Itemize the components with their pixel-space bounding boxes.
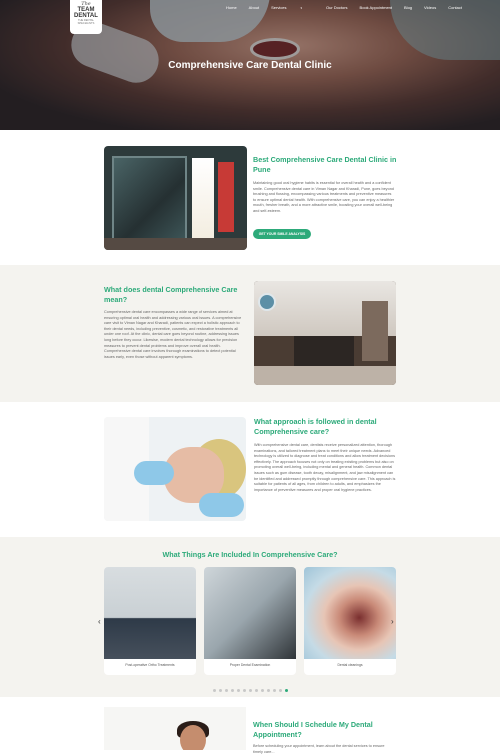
clinic-entrance-image bbox=[104, 146, 247, 250]
section1-body: Maintaining good oral hygiene habits is … bbox=[253, 181, 395, 213]
nav-item-services[interactable]: Services ▾ bbox=[271, 5, 314, 10]
card-caption: Dental cleanings bbox=[337, 663, 363, 667]
reception-image bbox=[254, 281, 396, 385]
card-image bbox=[104, 567, 196, 659]
doctor-image bbox=[104, 707, 246, 750]
card-image bbox=[304, 567, 396, 659]
carousel-card[interactable]: Post-operative Ortho Treatments bbox=[104, 567, 196, 675]
site-logo[interactable]: The TEAM DENTAL THE DENTAL SPECIALISTS bbox=[70, 0, 102, 34]
section3-body: With comprehensive dental care, dentists… bbox=[254, 443, 396, 492]
reception-desk bbox=[294, 336, 354, 366]
page-title: Comprehensive Care Dental Clinic bbox=[168, 60, 332, 71]
nav-item-book-appointment[interactable]: Book Appointment bbox=[360, 5, 392, 10]
glove-left bbox=[134, 461, 174, 485]
wall-clock bbox=[258, 293, 276, 311]
clinic-banner bbox=[218, 162, 234, 232]
section1-heading: Best Comprehensive Care Dental Clinic in… bbox=[253, 155, 397, 174]
nav-item-videos[interactable]: Videos bbox=[424, 5, 436, 10]
section4-heading: What Things Are Included In Comprehensiv… bbox=[162, 550, 338, 559]
carousel-dot[interactable] bbox=[248, 689, 252, 692]
nav-item-contact[interactable]: Contact bbox=[448, 5, 462, 10]
section2-heading: What does dental Comprehensive Care mean… bbox=[104, 285, 238, 304]
section-included: What Things Are Included In Comprehensiv… bbox=[0, 537, 500, 697]
carousel-card[interactable]: Proper Dental Examination bbox=[204, 567, 296, 675]
carousel-dot[interactable] bbox=[260, 689, 264, 692]
carousel-dot[interactable] bbox=[212, 689, 216, 692]
carousel-prev-icon[interactable]: ‹ bbox=[98, 617, 101, 626]
nav-item-home[interactable]: Home bbox=[226, 5, 237, 10]
clinic-poster bbox=[192, 158, 214, 238]
card-image bbox=[204, 567, 296, 659]
logo-tagline: THE DENTAL SPECIALISTS bbox=[77, 19, 95, 25]
section2-body: Comprehensive dental care encompasses a … bbox=[104, 310, 242, 359]
carousel-dot[interactable] bbox=[242, 689, 246, 692]
doctor-face bbox=[180, 725, 206, 750]
carousel-dot[interactable] bbox=[218, 689, 222, 692]
section-schedule: When Should I Schedule My Dental Appoint… bbox=[0, 697, 500, 754]
nav-item-our-doctors[interactable]: Our Doctors bbox=[326, 5, 348, 10]
card-caption: Proper Dental Examination bbox=[229, 663, 271, 667]
hero-banner: The TEAM DENTAL THE DENTAL SPECIALISTS H… bbox=[0, 0, 500, 130]
carousel-dot[interactable] bbox=[284, 689, 288, 692]
carousel-dot[interactable] bbox=[230, 689, 234, 692]
main-nav: Home About Services ▾ Our Doctors Book Ap… bbox=[226, 5, 474, 10]
carousel-dot[interactable] bbox=[278, 689, 282, 692]
section-what-is-care: What does dental Comprehensive Care mean… bbox=[0, 265, 500, 402]
section3-heading: What approach is followed in dental Comp… bbox=[254, 417, 377, 436]
reception-door bbox=[362, 301, 388, 361]
patient-treatment-image bbox=[104, 417, 246, 521]
section-approach: What approach is followed in dental Comp… bbox=[0, 402, 500, 537]
chevron-down-icon: ▾ bbox=[300, 6, 302, 10]
section-best-clinic: Best Comprehensive Care Dental Clinic in… bbox=[0, 130, 500, 265]
section5-heading: When Should I Schedule My Dental Appoint… bbox=[253, 720, 373, 739]
clinic-floor bbox=[104, 238, 247, 250]
carousel-card[interactable]: Dental cleanings bbox=[304, 567, 396, 675]
card-caption: Post-operative Ortho Treatments bbox=[125, 663, 175, 667]
carousel-dot[interactable] bbox=[224, 689, 228, 692]
glove-right bbox=[199, 493, 244, 517]
carousel-dot[interactable] bbox=[266, 689, 270, 692]
carousel-dot[interactable] bbox=[236, 689, 240, 692]
nav-item-blog[interactable]: Blog bbox=[404, 5, 412, 10]
smile-analysis-button[interactable]: GET YOUR SMILE ANALYSIS bbox=[253, 229, 311, 239]
reception-floor bbox=[254, 366, 396, 385]
glass-door bbox=[112, 156, 187, 241]
carousel-pagination bbox=[0, 679, 500, 697]
nav-item-services-label: Services bbox=[271, 5, 287, 10]
carousel-dot[interactable] bbox=[272, 689, 276, 692]
carousel-next-icon[interactable]: › bbox=[391, 617, 394, 626]
nav-item-about[interactable]: About bbox=[249, 5, 259, 10]
carousel-dot[interactable] bbox=[254, 689, 258, 692]
